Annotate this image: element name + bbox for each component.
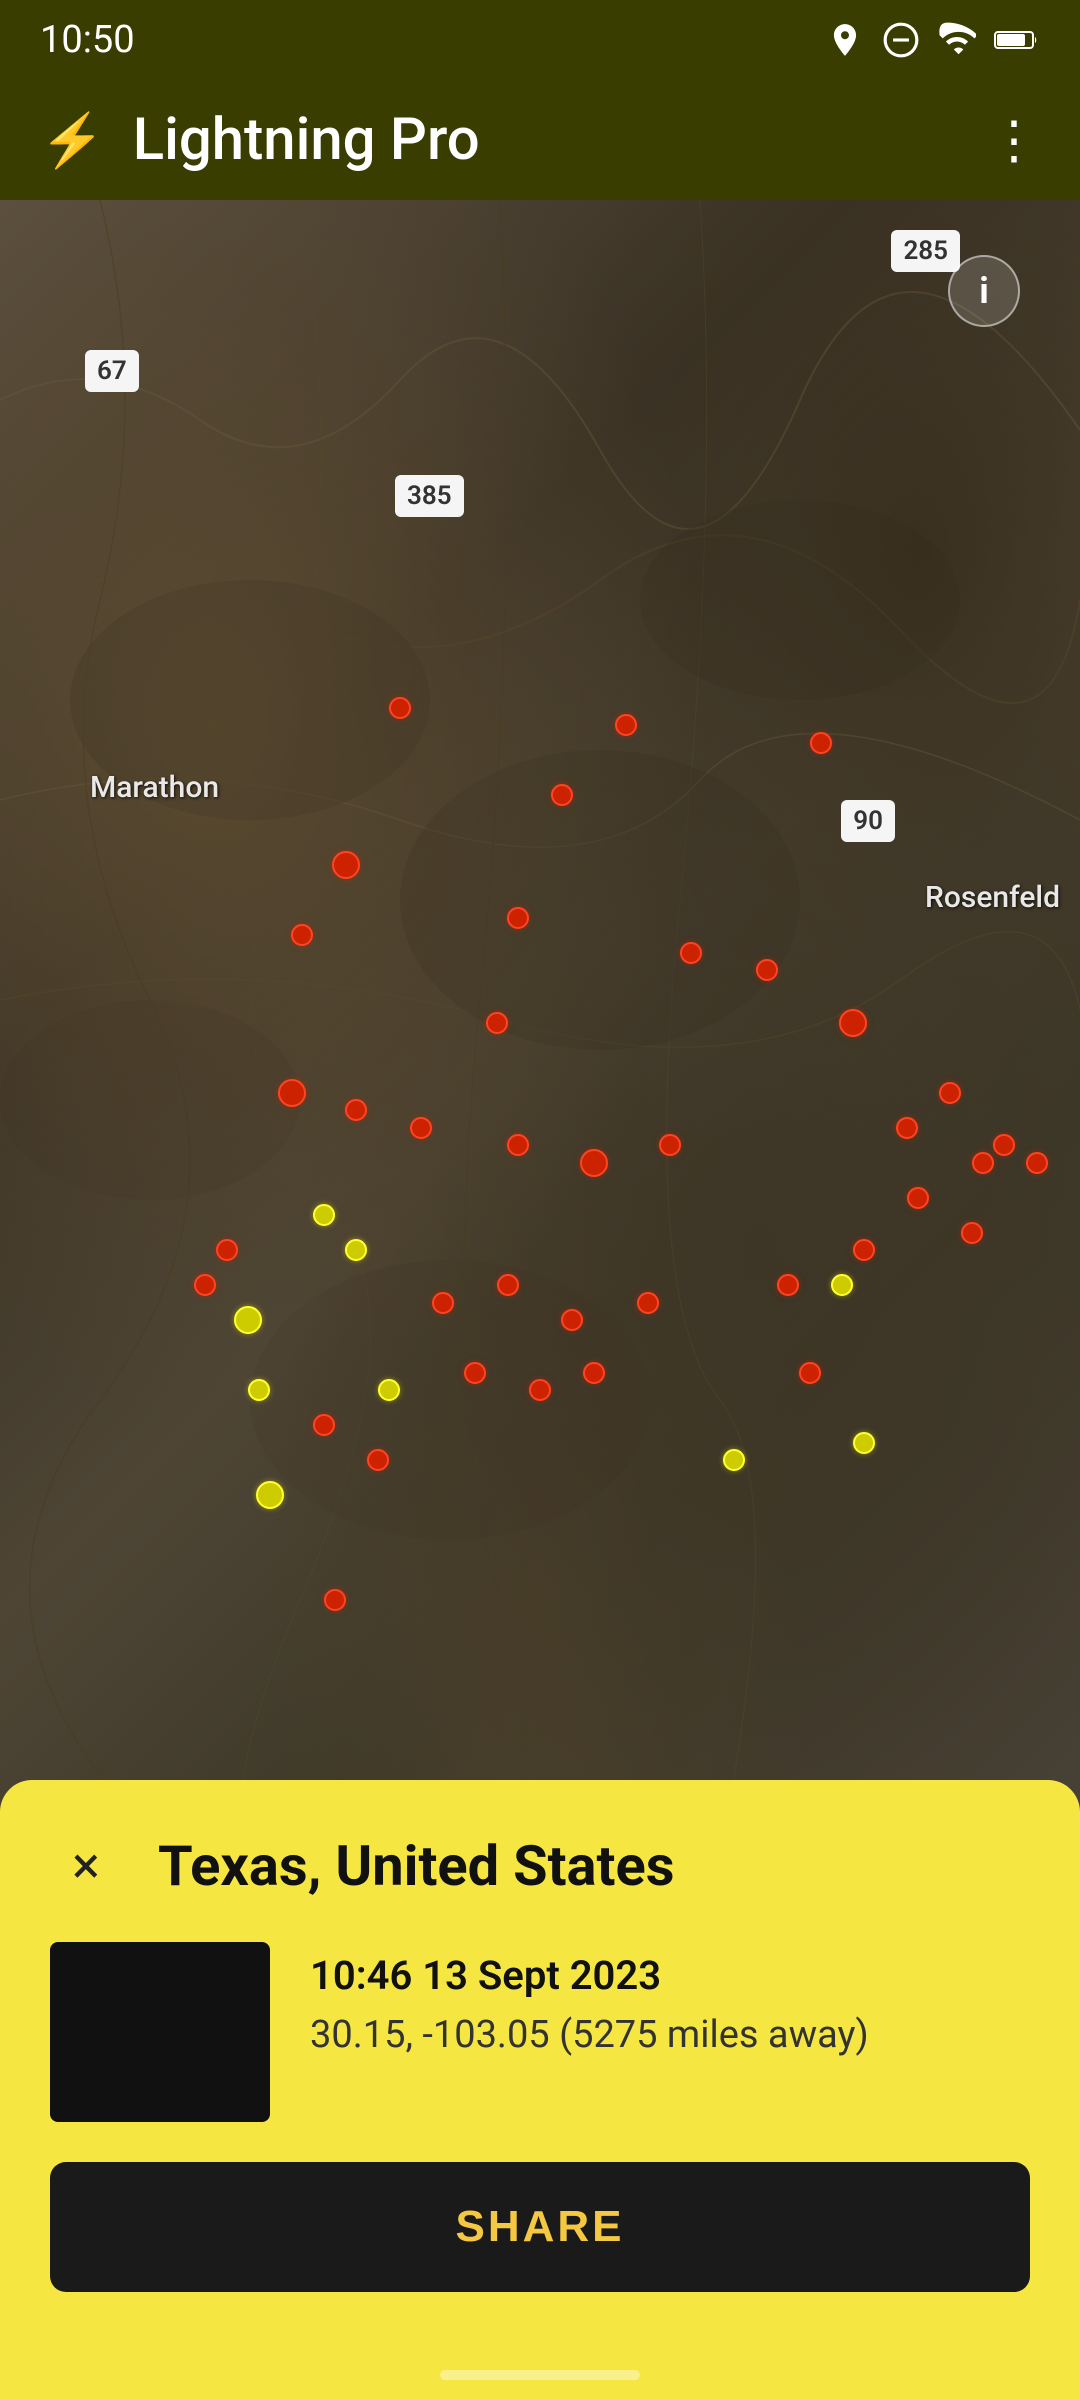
sheet-title: Texas, United States (158, 1833, 674, 1899)
lightning-dot[interactable] (497, 1274, 519, 1296)
lightning-dot[interactable] (216, 1239, 238, 1261)
wifi-icon (938, 21, 976, 59)
sheet-header: × Texas, United States (50, 1830, 1030, 1902)
lightning-dot[interactable] (961, 1222, 983, 1244)
lightning-dot[interactable] (507, 907, 529, 929)
battery-icon (994, 25, 1040, 55)
close-icon: × (72, 1840, 100, 1892)
road-badge-67: 67 (85, 350, 139, 392)
lightning-dot[interactable] (561, 1309, 583, 1331)
map-info-button[interactable]: i (948, 255, 1020, 327)
dnd-icon (882, 21, 920, 59)
lightning-dot[interactable] (410, 1117, 432, 1139)
lightning-dot[interactable] (1026, 1152, 1048, 1174)
lightning-dot[interactable] (194, 1274, 216, 1296)
lightning-dot[interactable] (853, 1239, 875, 1261)
lightning-dot[interactable] (853, 1432, 875, 1454)
lightning-dot[interactable] (278, 1079, 306, 1107)
lightning-dot[interactable] (345, 1239, 367, 1261)
lightning-dot[interactable] (839, 1009, 867, 1037)
status-icons (826, 21, 1040, 59)
lightning-dot[interactable] (939, 1082, 961, 1104)
lightning-dot[interactable] (831, 1274, 853, 1296)
home-indicator (440, 2370, 640, 2380)
lightning-dot[interactable] (615, 714, 637, 736)
lightning-dot[interactable] (993, 1134, 1015, 1156)
lightning-dot[interactable] (551, 784, 573, 806)
lightning-dot[interactable] (507, 1134, 529, 1156)
lightning-dot[interactable] (345, 1099, 367, 1121)
lightning-dot[interactable] (291, 924, 313, 946)
lightning-dot[interactable] (580, 1149, 608, 1177)
bottom-sheet: × Texas, United States 10:46 13 Sept 202… (0, 1780, 1080, 2400)
lightning-dot[interactable] (313, 1204, 335, 1226)
lightning-dot[interactable] (313, 1414, 335, 1436)
status-time: 10:50 (40, 18, 135, 62)
lightning-dot[interactable] (367, 1449, 389, 1471)
lightning-dot[interactable] (324, 1589, 346, 1611)
location-icon (826, 21, 864, 59)
lightning-dot[interactable] (256, 1481, 284, 1509)
app-title: Lightning Pro (133, 106, 480, 174)
terrain-overlay (0, 200, 1080, 1950)
lightning-dot[interactable] (756, 959, 778, 981)
lightning-dot[interactable] (486, 1012, 508, 1034)
lightning-dot[interactable] (234, 1306, 262, 1334)
lightning-dot[interactable] (583, 1362, 605, 1384)
share-button[interactable]: SHARE (50, 2162, 1030, 2292)
road-badge-285: 285 (891, 230, 960, 272)
close-button[interactable]: × (50, 1830, 122, 1902)
app-bar-left: ⚡ Lightning Pro (40, 106, 480, 174)
lightning-dot[interactable] (972, 1152, 994, 1174)
lightning-icon: ⚡ (40, 110, 105, 171)
sheet-content: 10:46 13 Sept 2023 30.15, -103.05 (5275 … (50, 1942, 1030, 2122)
lightning-dot[interactable] (248, 1379, 270, 1401)
lightning-dot[interactable] (799, 1362, 821, 1384)
map-container[interactable]: 285 67 385 90 i Marathon Rosenfeld (0, 200, 1080, 1950)
map-label-rosenfeld: Rosenfeld (925, 880, 1060, 915)
sheet-info: 10:46 13 Sept 2023 30.15, -103.05 (5275 … (310, 1942, 869, 2057)
lightning-dot[interactable] (378, 1379, 400, 1401)
status-bar: 10:50 (0, 0, 1080, 80)
map-label-marathon: Marathon (90, 770, 219, 805)
lightning-dot[interactable] (810, 732, 832, 754)
lightning-dot[interactable] (332, 851, 360, 879)
lightning-dot[interactable] (432, 1292, 454, 1314)
road-badge-385: 385 (395, 475, 464, 517)
more-menu-icon[interactable]: ⋮ (988, 110, 1040, 171)
lightning-dot[interactable] (529, 1379, 551, 1401)
lightning-dot[interactable] (464, 1362, 486, 1384)
lightning-dot[interactable] (389, 697, 411, 719)
lightning-dot[interactable] (723, 1449, 745, 1471)
lightning-dot[interactable] (637, 1292, 659, 1314)
map-background: 285 67 385 90 i Marathon Rosenfeld (0, 200, 1080, 1950)
lightning-dot[interactable] (680, 942, 702, 964)
lightning-dot[interactable] (777, 1274, 799, 1296)
road-badge-90: 90 (841, 800, 895, 842)
lightning-dot[interactable] (896, 1117, 918, 1139)
event-coords: 30.15, -103.05 (5275 miles away) (310, 2013, 869, 2057)
sheet-thumbnail (50, 1942, 270, 2122)
app-bar: ⚡ Lightning Pro ⋮ (0, 80, 1080, 200)
lightning-dot[interactable] (907, 1187, 929, 1209)
event-datetime: 10:46 13 Sept 2023 (310, 1952, 869, 1999)
lightning-dot[interactable] (659, 1134, 681, 1156)
